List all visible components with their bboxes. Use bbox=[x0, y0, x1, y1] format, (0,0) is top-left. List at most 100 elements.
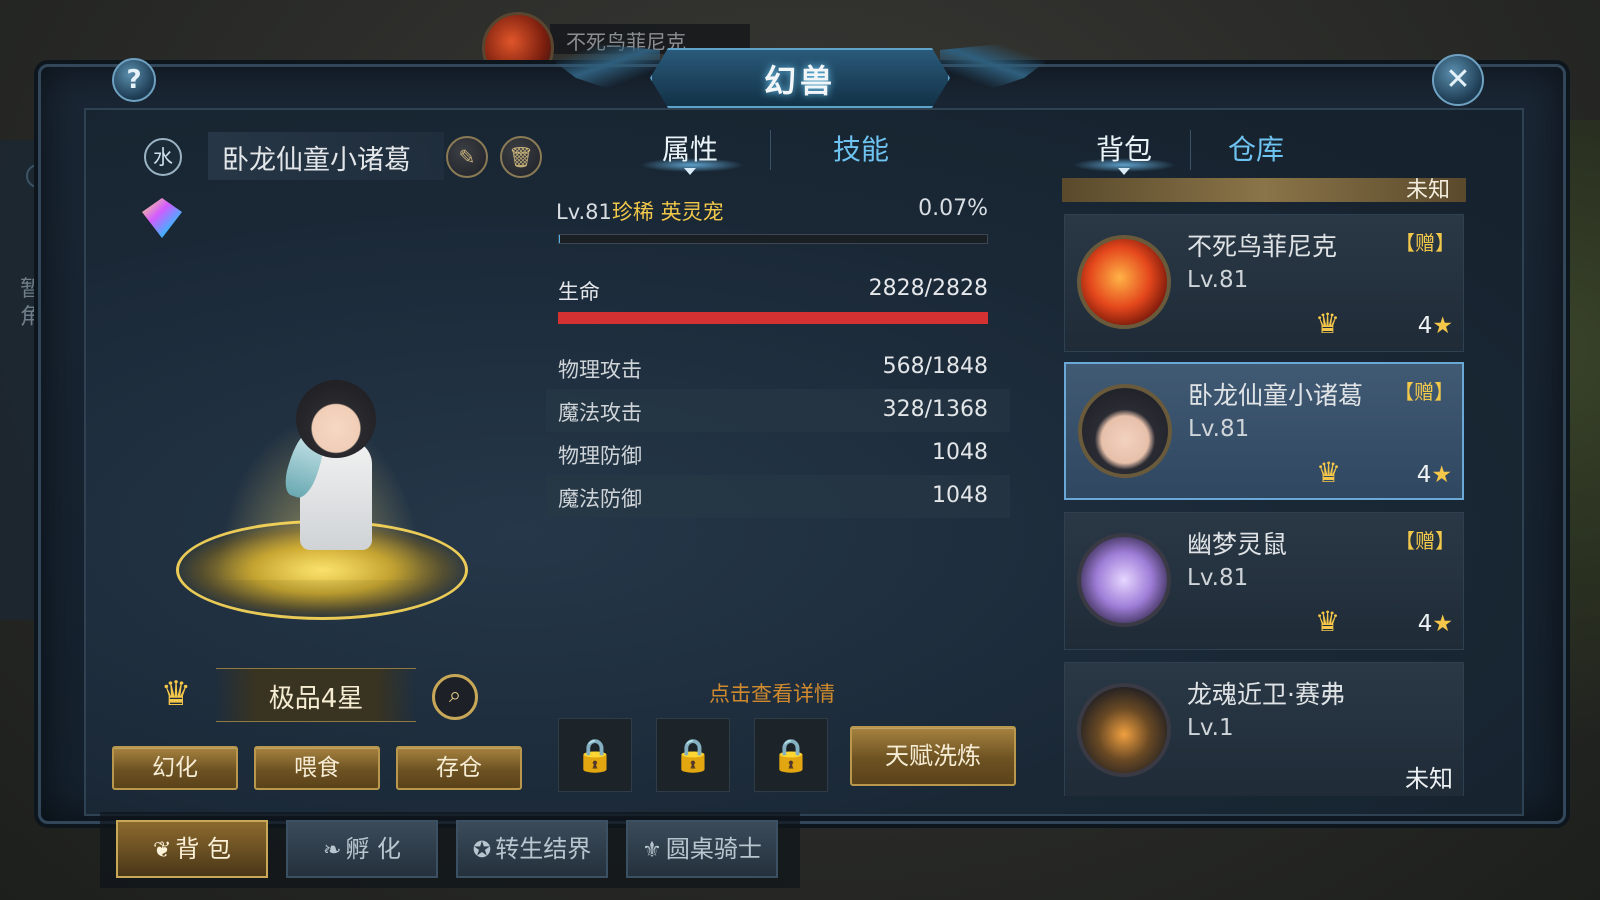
feed-button[interactable]: 喂食 bbox=[254, 746, 380, 790]
talent-slot-locked[interactable]: 🔒 bbox=[656, 718, 730, 792]
crown-icon: ♛ bbox=[1315, 605, 1341, 638]
nav-hatch-button[interactable]: ❧ 孵 化 bbox=[286, 820, 438, 878]
star-icon: ★ bbox=[1432, 611, 1453, 637]
pet-name: 卧龙仙童小诸葛 bbox=[222, 145, 411, 176]
pet-list-level: Lv.1 bbox=[1187, 715, 1234, 741]
stat-value: 568/1848 bbox=[882, 354, 988, 379]
pet-list-name: 龙魂近卫·赛弗 bbox=[1187, 680, 1345, 709]
stat-row: 魔法防御 1048 bbox=[546, 475, 1010, 518]
stat-row: 魔法攻击 328/1368 bbox=[546, 389, 1010, 432]
nav-knight-label: 圆桌骑士 bbox=[665, 835, 762, 863]
lock-icon: 🔒 bbox=[673, 736, 713, 774]
view-details-link[interactable]: 点击查看详情 bbox=[640, 678, 904, 708]
tab-active-arrow bbox=[684, 168, 696, 175]
store-button[interactable]: 存仓 bbox=[396, 746, 522, 790]
stat-row: 物理防御 1048 bbox=[546, 432, 1010, 475]
gift-badge: 【赠】 bbox=[1394, 380, 1454, 404]
pet-avatar bbox=[1077, 533, 1171, 627]
pencil-icon: ✎ bbox=[458, 145, 476, 169]
pet-list-name: 卧龙仙童小诸葛 bbox=[1188, 381, 1364, 410]
pet-avatar bbox=[1078, 384, 1172, 478]
bag-tab-divider bbox=[1190, 130, 1191, 170]
pet-rarity: 珍稀 英灵宠 bbox=[611, 200, 724, 224]
pet-list-item[interactable]: 不死鸟菲尼克 Lv.81 【赠】 ♛ 4★ bbox=[1064, 214, 1464, 352]
pet-list-name: 不死鸟菲尼克 bbox=[1187, 232, 1338, 261]
round-table-icon: ⚜ bbox=[642, 838, 662, 863]
star-count: 4 bbox=[1417, 611, 1433, 637]
list-item-partial-label: 未知 bbox=[1405, 178, 1450, 203]
pet-list-level: Lv.81 bbox=[1187, 565, 1249, 591]
nav-bag-button[interactable]: ❦ 背 包 bbox=[116, 820, 268, 878]
talent-slot-locked[interactable]: 🔒 bbox=[558, 718, 632, 792]
pet-level: Lv.81 bbox=[556, 200, 612, 224]
pet-quality: 极品4星 bbox=[268, 684, 364, 714]
exp-bar bbox=[558, 234, 988, 244]
hp-value: 2828/2828 bbox=[868, 276, 988, 301]
window-title: 幻兽 bbox=[763, 62, 836, 100]
pet-level-line: Lv.81珍稀 英灵宠 bbox=[556, 196, 724, 226]
list-item-partial[interactable]: 未知 bbox=[1062, 178, 1466, 203]
pet-list-item[interactable]: 幽梦灵鼠 Lv.81 【赠】 ♛ 4★ bbox=[1064, 512, 1464, 650]
pet-list-name: 幽梦灵鼠 bbox=[1187, 530, 1288, 559]
pet-list[interactable]: 未知 不死鸟菲尼克 Lv.81 【赠】 ♛ 4★ 卧龙仙童小诸葛 Lv.81 【… bbox=[1062, 178, 1466, 796]
exp-percent: 0.07% bbox=[918, 196, 988, 221]
crown-icon: ♛ bbox=[1315, 307, 1341, 340]
quality-info-button[interactable]: ⌕ bbox=[432, 674, 478, 720]
star-rating: 4★ bbox=[1418, 313, 1453, 339]
nav-hatch-label: 孵 化 bbox=[345, 835, 402, 863]
star-rating: 4★ bbox=[1418, 611, 1453, 637]
pet-avatar bbox=[1077, 683, 1171, 777]
element-badge: 水 bbox=[144, 138, 182, 176]
star-count: 4 bbox=[1416, 462, 1432, 488]
tab-warehouse[interactable]: 仓库 bbox=[1228, 128, 1284, 168]
pet-list-level: Lv.81 bbox=[1188, 416, 1250, 442]
nav-knight-button[interactable]: ⚜ 圆桌骑士 bbox=[626, 820, 778, 878]
stat-label: 物理防御 bbox=[558, 444, 642, 468]
nav-bag-label: 背 包 bbox=[175, 835, 232, 863]
nav-rebirth-label: 转生结界 bbox=[495, 835, 592, 863]
crown-icon: ♛ bbox=[1316, 456, 1342, 489]
morph-button[interactable]: 幻化 bbox=[112, 746, 238, 790]
gift-badge: 【赠】 bbox=[1395, 231, 1455, 255]
stat-value: 328/1368 bbox=[882, 397, 988, 422]
tab-skills[interactable]: 技能 bbox=[833, 128, 889, 168]
tab-divider bbox=[770, 130, 771, 170]
pet-model-head bbox=[296, 380, 376, 458]
pet-list-item[interactable]: 龙魂近卫·赛弗 Lv.1 未知 bbox=[1064, 662, 1464, 796]
griffin-icon: ❦ bbox=[152, 838, 172, 863]
stat-label: 魔法防御 bbox=[558, 487, 642, 511]
help-button[interactable]: ? bbox=[112, 58, 156, 102]
tab-attributes[interactable]: 属性 bbox=[662, 128, 718, 168]
pet-unknown-label: 未知 bbox=[1405, 765, 1453, 793]
rename-button[interactable]: ✎ bbox=[446, 136, 488, 178]
magnifier-icon: ⌕ bbox=[448, 683, 462, 708]
release-button[interactable]: 🗑 bbox=[500, 136, 542, 178]
lock-icon: 🔒 bbox=[771, 736, 811, 774]
star-icon: ★ bbox=[1431, 462, 1452, 488]
hp-label: 生命 bbox=[558, 280, 600, 304]
stat-value: 1048 bbox=[932, 483, 988, 508]
hp-bar-fill bbox=[558, 312, 988, 324]
hp-bar bbox=[558, 312, 988, 324]
star-rating: 4★ bbox=[1417, 462, 1452, 488]
gift-badge: 【赠】 bbox=[1395, 529, 1455, 553]
pet-list-item-selected[interactable]: 卧龙仙童小诸葛 Lv.81 【赠】 ♛ 4★ bbox=[1064, 362, 1464, 500]
crown-icon: ♛ bbox=[160, 674, 192, 714]
help-icon: ? bbox=[126, 65, 142, 95]
stat-row: 物理攻击 568/1848 bbox=[546, 346, 1010, 389]
stat-label: 魔法攻击 bbox=[558, 401, 642, 425]
stat-value: 1048 bbox=[932, 440, 988, 465]
star-icon: ★ bbox=[1432, 313, 1453, 339]
tab-bag[interactable]: 背包 bbox=[1096, 128, 1152, 168]
talent-slot-locked[interactable]: 🔒 bbox=[754, 718, 828, 792]
pentagram-icon: ✪ bbox=[472, 838, 492, 863]
close-button[interactable]: ✕ bbox=[1432, 54, 1484, 106]
pet-list-level: Lv.81 bbox=[1187, 267, 1249, 293]
bag-tab-arrow bbox=[1118, 168, 1130, 175]
pet-avatar bbox=[1077, 235, 1171, 329]
lock-icon: 🔒 bbox=[575, 736, 615, 774]
stat-label: 物理攻击 bbox=[558, 358, 642, 382]
talent-refine-button[interactable]: 天赋洗炼 bbox=[850, 726, 1016, 786]
nav-rebirth-button[interactable]: ✪ 转生结界 bbox=[456, 820, 608, 878]
dragon-icon: ❧ bbox=[322, 838, 342, 863]
